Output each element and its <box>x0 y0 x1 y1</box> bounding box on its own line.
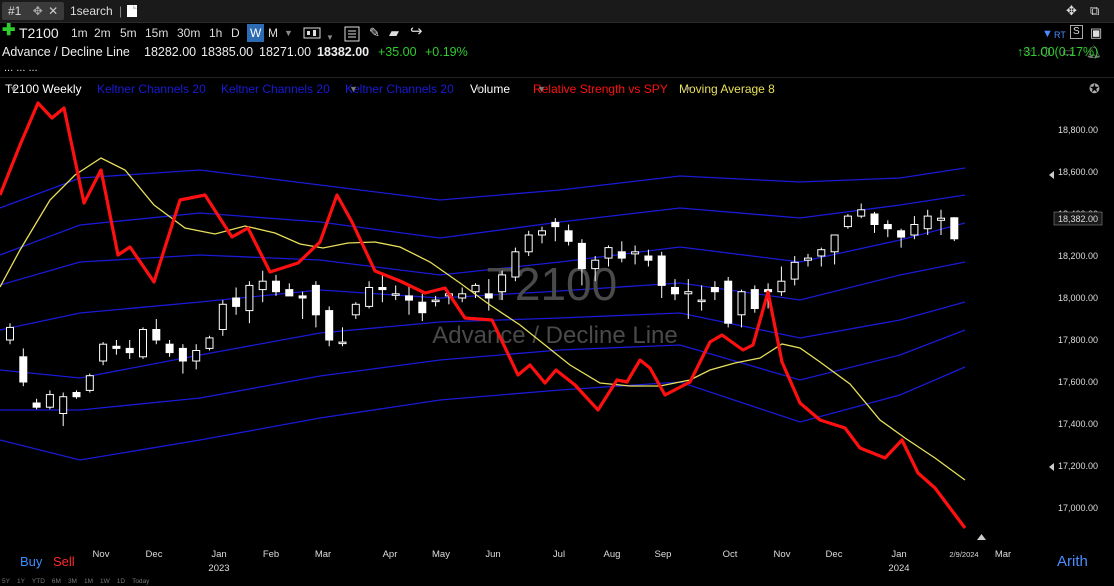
candle <box>192 344 201 370</box>
candle <box>72 390 81 399</box>
candle <box>165 340 174 357</box>
price-tick-label: 17,400.00 <box>1058 419 1098 429</box>
candle <box>6 323 14 345</box>
watermark-name: Advance / Decline Line <box>432 322 677 349</box>
candle <box>937 209 945 235</box>
candle <box>272 274 280 296</box>
candle <box>458 287 467 303</box>
candle <box>671 279 679 301</box>
price-tick-label: 18,200.00 <box>1058 251 1098 261</box>
candle <box>378 274 387 303</box>
keltner-band <box>0 194 966 256</box>
candle <box>391 285 400 301</box>
candle <box>644 249 653 267</box>
price-tick-label: 17,200.00 <box>1058 461 1098 471</box>
sell-button[interactable]: Sell <box>53 554 75 569</box>
candle <box>152 319 161 345</box>
candle <box>32 398 41 410</box>
candle <box>139 327 147 359</box>
candle <box>657 251 666 298</box>
range-buttons: 5Y 1Y YTD 6M 3M 1M 1W 1D Today <box>2 578 156 585</box>
candle <box>843 214 852 229</box>
price-chart[interactable]: T2100 Advance / Decline Line 18,800.0018… <box>0 0 1114 586</box>
candle <box>232 287 241 315</box>
range-button-ytd[interactable]: YTD <box>32 578 45 585</box>
candle <box>125 340 134 359</box>
candle <box>365 281 374 309</box>
price-marker-low-icon <box>1049 463 1054 471</box>
candle <box>631 245 640 265</box>
candle <box>750 285 759 313</box>
candle <box>710 281 719 301</box>
scale-button[interactable]: Arith <box>1057 553 1088 570</box>
candle <box>830 234 839 265</box>
current-price-label: 18,382.00 <box>1058 214 1098 224</box>
candle <box>857 203 866 219</box>
price-tick-label: 17,000.00 <box>1058 503 1098 513</box>
candle <box>883 220 892 238</box>
candle <box>897 228 906 248</box>
range-button-1w[interactable]: 1W <box>100 578 110 585</box>
candle <box>724 277 733 328</box>
candle <box>804 253 812 267</box>
candle <box>178 344 187 374</box>
candle <box>59 392 68 427</box>
candle <box>298 291 307 319</box>
price-tick-label: 18,800.00 <box>1058 125 1098 135</box>
range-button-6m[interactable]: 6M <box>52 578 61 585</box>
candle <box>697 285 706 311</box>
rs-line <box>0 101 967 529</box>
candles <box>6 203 959 427</box>
candle <box>285 283 294 297</box>
candle <box>405 285 413 315</box>
candle <box>19 348 28 387</box>
candle <box>311 281 320 328</box>
candle <box>205 335 214 351</box>
candle <box>85 373 94 393</box>
candle <box>351 302 360 319</box>
candle <box>950 217 959 242</box>
price-axis: 18,800.0018,600.0018,400.0018,200.0018,0… <box>1058 125 1098 513</box>
price-tick-label: 17,600.00 <box>1058 377 1098 387</box>
price-tick-label: 18,000.00 <box>1058 293 1098 303</box>
price-tick-label: 17,800.00 <box>1058 335 1098 345</box>
price-tick-label: 18,600.00 <box>1058 167 1098 177</box>
range-button-1d[interactable]: 1D <box>117 578 125 585</box>
candle <box>258 270 267 303</box>
keltner-channels <box>0 167 966 461</box>
scroll-up-icon[interactable] <box>977 534 986 540</box>
range-button-1y[interactable]: 1Y <box>17 578 25 585</box>
candle <box>245 281 254 324</box>
candle <box>617 241 626 263</box>
candle <box>99 342 108 366</box>
candle <box>418 293 427 322</box>
candle <box>564 224 573 246</box>
range-button-1m[interactable]: 1M <box>84 578 93 585</box>
candle <box>923 209 932 235</box>
candle <box>325 306 334 347</box>
candle <box>218 300 227 336</box>
range-button-today[interactable]: Today <box>132 578 149 585</box>
candle <box>112 340 121 355</box>
bottom-bar: Buy Sell 5Y 1Y YTD 6M 3M 1M 1W 1D Today Arith <box>0 552 1114 586</box>
buy-button[interactable]: Buy <box>20 554 42 569</box>
candle <box>538 226 546 244</box>
range-button-3m[interactable]: 3M <box>68 578 77 585</box>
range-button-5y[interactable]: 5Y <box>2 578 10 585</box>
keltner-band <box>0 366 966 461</box>
price-marker-icon <box>1049 171 1054 179</box>
candle <box>511 247 520 282</box>
candle <box>524 230 533 256</box>
candle <box>45 390 54 410</box>
keltner-band <box>0 167 966 209</box>
candle <box>870 211 879 233</box>
candle <box>737 289 746 328</box>
candle <box>777 266 786 296</box>
